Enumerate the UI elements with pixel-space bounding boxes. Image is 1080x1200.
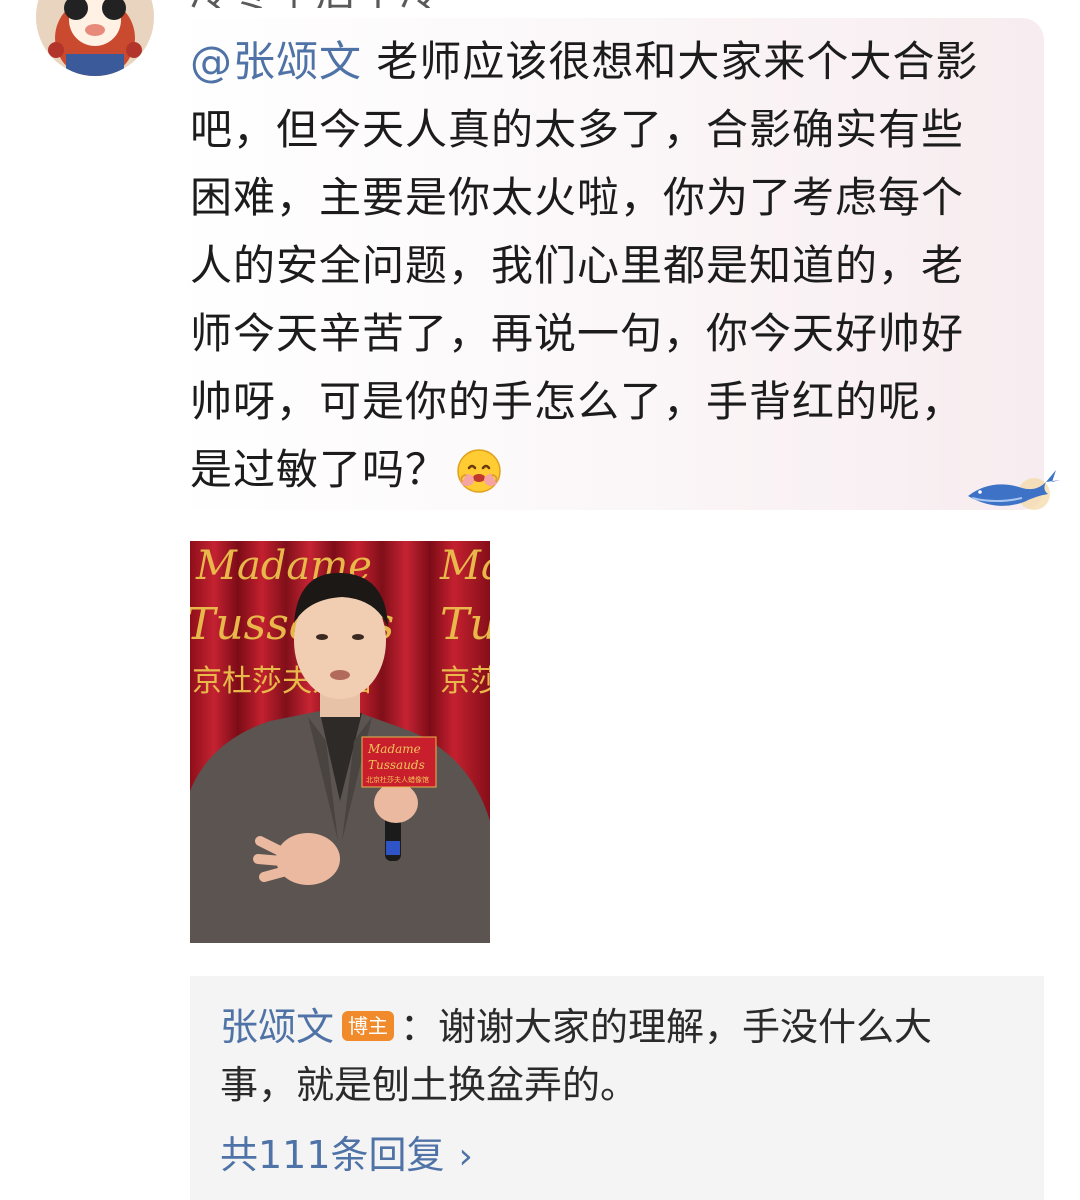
chevron-right-icon: › bbox=[458, 1136, 473, 1177]
more-replies-label[interactable]: 共111条回复 bbox=[220, 1133, 445, 1177]
username[interactable]: 冷冬午后不冷 bbox=[190, 0, 442, 8]
comment-body: 老师应该很想和大家来个大合影吧，但今天人真的太多了，合影确实有些困难，主要是你太… bbox=[190, 37, 979, 494]
hugging-face-emoji-icon bbox=[456, 446, 502, 493]
whale-decoration-icon bbox=[962, 452, 1062, 524]
mention-link[interactable]: @张颂文 bbox=[190, 37, 362, 86]
author-badge: 博主 bbox=[342, 1010, 395, 1041]
reply-text: 张颂文 博主 ：谢谢大家的理解，手没什么大事，就是刨土换盆弄的。 bbox=[220, 998, 980, 1114]
comment-text: @张颂文 老师应该很想和大家来个大合影吧，但今天人真的太多了，合影确实有些困难，… bbox=[190, 28, 990, 504]
backdrop-logo-text: Tus bbox=[440, 599, 490, 650]
mic-flag-text: Madame bbox=[367, 742, 421, 756]
reply-author-link[interactable]: 张颂文 bbox=[220, 1005, 334, 1049]
avatar[interactable] bbox=[36, 0, 154, 76]
mic-flag-text: Tussauds bbox=[368, 758, 425, 772]
mic-flag-text: 北京杜莎夫人蜡像馆 bbox=[366, 775, 429, 784]
backdrop-logo-text: 京莎 bbox=[440, 664, 490, 699]
comment-thread: 冷冬午后不冷 @张颂文 老师应该很想和大家来个大合影吧，但今天人真的太多了，合影… bbox=[0, 0, 1080, 1200]
backdrop-logo-text: Ma bbox=[439, 543, 490, 589]
comment-photo[interactable]: Madame Tussauds 京杜莎夫人蜡 Ma Tus 京莎 bbox=[190, 541, 490, 943]
view-all-replies-link[interactable]: 共111条回复 › bbox=[220, 1130, 473, 1182]
